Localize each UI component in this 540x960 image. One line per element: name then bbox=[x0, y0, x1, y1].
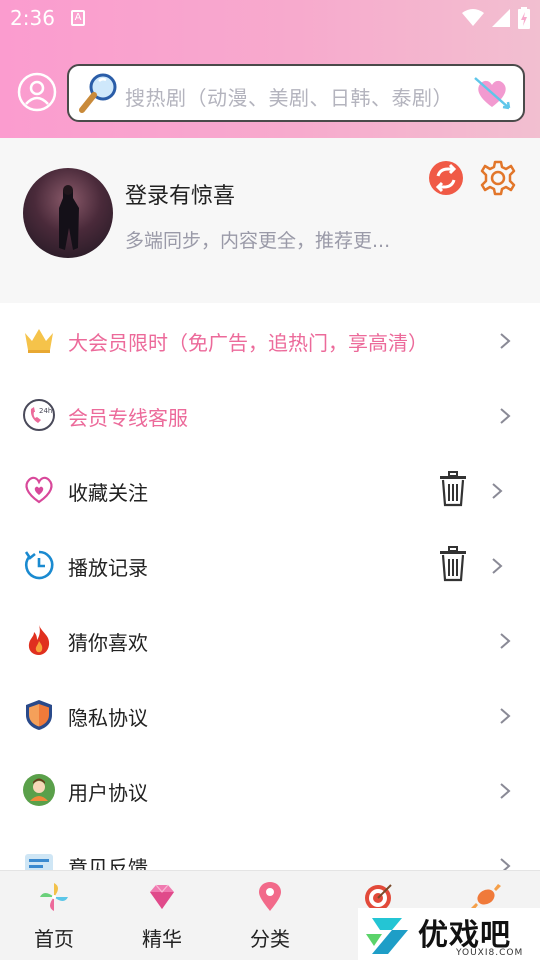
user-outline-icon bbox=[17, 72, 57, 112]
menu-item-label: 收藏关注 bbox=[68, 481, 148, 505]
search-bar[interactable]: 搜热剧（动漫、美剧、日韩、泰剧） bbox=[67, 64, 525, 122]
menu-item[interactable]: 大会员限时（免广告，追热门，享高清） bbox=[0, 303, 540, 378]
history-clock-icon bbox=[22, 548, 56, 582]
settings-button[interactable] bbox=[480, 160, 516, 196]
fire-icon bbox=[22, 623, 56, 657]
heart-arrow-icon bbox=[474, 77, 511, 110]
chevron-right-icon bbox=[498, 781, 512, 801]
search-icon bbox=[79, 73, 117, 113]
wifi-icon bbox=[462, 9, 484, 26]
search-input[interactable]: 搜热剧（动漫、美剧、日韩、泰剧） bbox=[125, 82, 453, 111]
menu-item[interactable]: 猜你喜欢 bbox=[0, 603, 540, 678]
tab-item[interactable]: 精华 bbox=[108, 871, 216, 960]
user-avatar-button[interactable] bbox=[17, 72, 57, 112]
watermark-logo-icon bbox=[366, 918, 408, 954]
menu-item-label: 用户协议 bbox=[68, 781, 148, 805]
shield-icon bbox=[22, 698, 56, 732]
support-24h-icon: 24h bbox=[22, 398, 56, 432]
chevron-right-icon bbox=[498, 331, 512, 351]
sync-icon bbox=[429, 161, 463, 195]
login-subtitle: 多端同步，内容更全，推荐更... bbox=[125, 230, 391, 252]
user-badge-icon bbox=[22, 773, 56, 807]
chevron-right-icon bbox=[498, 706, 512, 726]
profile-avatar-image bbox=[59, 185, 79, 250]
heart-outline-icon bbox=[22, 473, 56, 507]
system-icons bbox=[462, 7, 530, 29]
menu-item[interactable]: 用户协议 bbox=[0, 753, 540, 828]
status-bar: 2:36 A bbox=[0, 0, 540, 36]
menu-item-label: 播放记录 bbox=[68, 556, 148, 580]
battery-icon bbox=[518, 7, 530, 29]
tab-label: 分类 bbox=[250, 927, 290, 951]
pinwheel-icon bbox=[38, 881, 70, 913]
svg-text:24h: 24h bbox=[39, 407, 52, 415]
trash-icon[interactable] bbox=[438, 546, 468, 582]
tab-label: 精华 bbox=[142, 927, 182, 951]
chevron-right-icon bbox=[490, 556, 504, 576]
watermark: 优戏吧 YOUXI8.COM bbox=[358, 908, 540, 960]
menu-item-label: 大会员限时（免广告，追热门，享高清） bbox=[68, 331, 428, 355]
chevron-right-icon bbox=[498, 406, 512, 426]
menu-item[interactable]: 隐私协议 bbox=[0, 678, 540, 753]
profile-avatar[interactable] bbox=[23, 168, 113, 258]
login-title[interactable]: 登录有惊喜 bbox=[125, 178, 235, 210]
menu-item[interactable]: 24h 会员专线客服 bbox=[0, 378, 540, 453]
tab-item[interactable]: 首页 bbox=[0, 871, 108, 960]
menu-item-label: 会员专线客服 bbox=[68, 406, 188, 430]
chevron-right-icon bbox=[490, 481, 504, 501]
tab-label: 首页 bbox=[34, 927, 74, 951]
header: 2:36 A 搜热剧（动漫、美剧、日韩、泰剧） bbox=[0, 0, 540, 138]
chevron-right-icon bbox=[498, 631, 512, 651]
menu-item-label: 猜你喜欢 bbox=[68, 631, 148, 655]
trash-icon[interactable] bbox=[438, 471, 468, 507]
location-pin-icon bbox=[254, 881, 286, 913]
diamond-icon bbox=[146, 881, 178, 913]
menu-item[interactable]: 收藏关注 bbox=[0, 453, 540, 528]
menu-item[interactable]: 播放记录 bbox=[0, 528, 540, 603]
profile-card[interactable]: 登录有惊喜 多端同步，内容更全，推荐更... bbox=[0, 138, 540, 303]
gear-icon bbox=[480, 160, 516, 196]
watermark-subtitle: YOUXI8.COM bbox=[456, 948, 524, 958]
sync-button[interactable] bbox=[428, 160, 464, 196]
menu-list: 大会员限时（免广告，追热门，享高清） 24h 会员专线客服 收藏关注播放记录猜你喜欢隐… bbox=[0, 303, 540, 903]
crown-icon bbox=[22, 323, 56, 357]
status-time: 2:36 bbox=[10, 6, 55, 30]
menu-item-label: 隐私协议 bbox=[68, 706, 148, 730]
signal-icon bbox=[492, 9, 510, 27]
tab-item[interactable]: 分类 bbox=[216, 871, 324, 960]
notification-a-icon: A bbox=[71, 10, 85, 26]
